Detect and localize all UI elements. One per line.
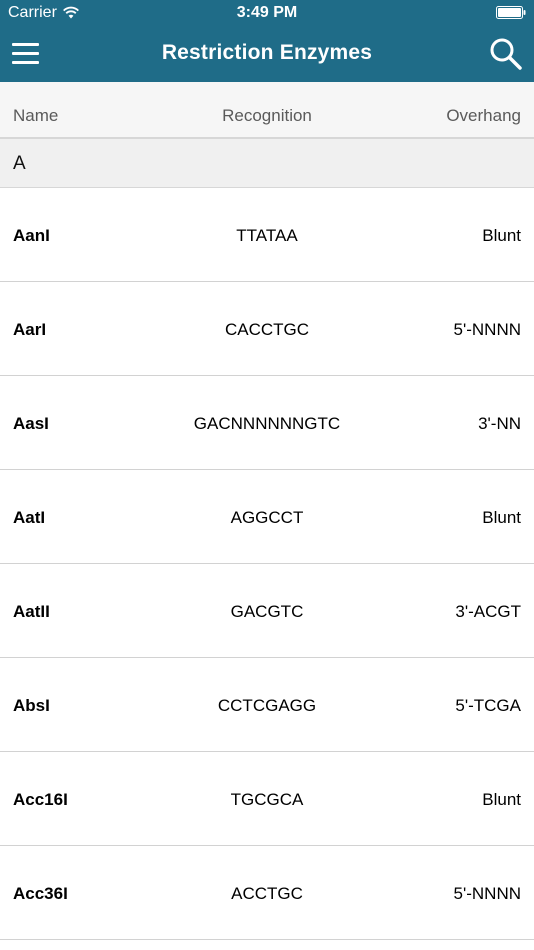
navigation-bar: Restriction Enzymes <box>0 28 534 82</box>
overhang-value: 3'-NN <box>478 414 521 433</box>
recognition-sequence: CCTCGAGG <box>217 696 317 715</box>
table-row[interactable]: AarI CACCTGC 5'-NNNN <box>0 282 534 376</box>
recognition-sequence: GACNNNNNNGTC <box>193 414 341 433</box>
search-icon[interactable] <box>488 36 524 72</box>
table-row[interactable]: AanI TTATAA Blunt <box>0 188 534 282</box>
recognition-sequence: TTATAA <box>236 226 298 245</box>
overhang-value: 5'-NNNN <box>453 320 521 339</box>
status-bar: Carrier 3:49 PM <box>0 0 534 28</box>
status-time: 3:49 PM <box>236 4 298 21</box>
overhang-value: Blunt <box>482 508 521 527</box>
section-letter: A <box>13 153 26 174</box>
table-row[interactable]: AatII GACGTC 3'-ACGT <box>0 564 534 658</box>
page-title: Restriction Enzymes <box>161 41 373 64</box>
overhang-value: 5'-TCGA <box>455 696 521 715</box>
overhang-value: 5'-NNNN <box>453 884 521 903</box>
enzyme-list: AanI TTATAA Blunt AarI CACCTGC 5'-NNNN A… <box>0 188 534 940</box>
overhang-value: Blunt <box>482 226 521 245</box>
section-header: A <box>0 139 534 188</box>
battery-icon <box>496 6 526 19</box>
recognition-sequence: TGCGCA <box>230 790 304 809</box>
table-row[interactable]: Acc16I TGCGCA Blunt <box>0 752 534 846</box>
table-row[interactable]: AbsI CCTCGAGG 5'-TCGA <box>0 658 534 752</box>
recognition-sequence: AGGCCT <box>230 508 304 527</box>
overhang-value: Blunt <box>482 790 521 809</box>
recognition-sequence: GACGTC <box>230 602 304 621</box>
table-row[interactable]: Acc36I ACCTGC 5'-NNNN <box>0 846 534 940</box>
top-bar: Carrier 3:49 PM Restriction Enzymes <box>0 0 534 82</box>
table-row[interactable]: AasI GACNNNNNNGTC 3'-NN <box>0 376 534 470</box>
overhang-value: 3'-ACGT <box>455 602 521 621</box>
column-header: Name Recognition Overhang <box>0 82 534 139</box>
column-overhang[interactable]: Overhang <box>446 106 521 126</box>
table-row[interactable]: AatI AGGCCT Blunt <box>0 470 534 564</box>
